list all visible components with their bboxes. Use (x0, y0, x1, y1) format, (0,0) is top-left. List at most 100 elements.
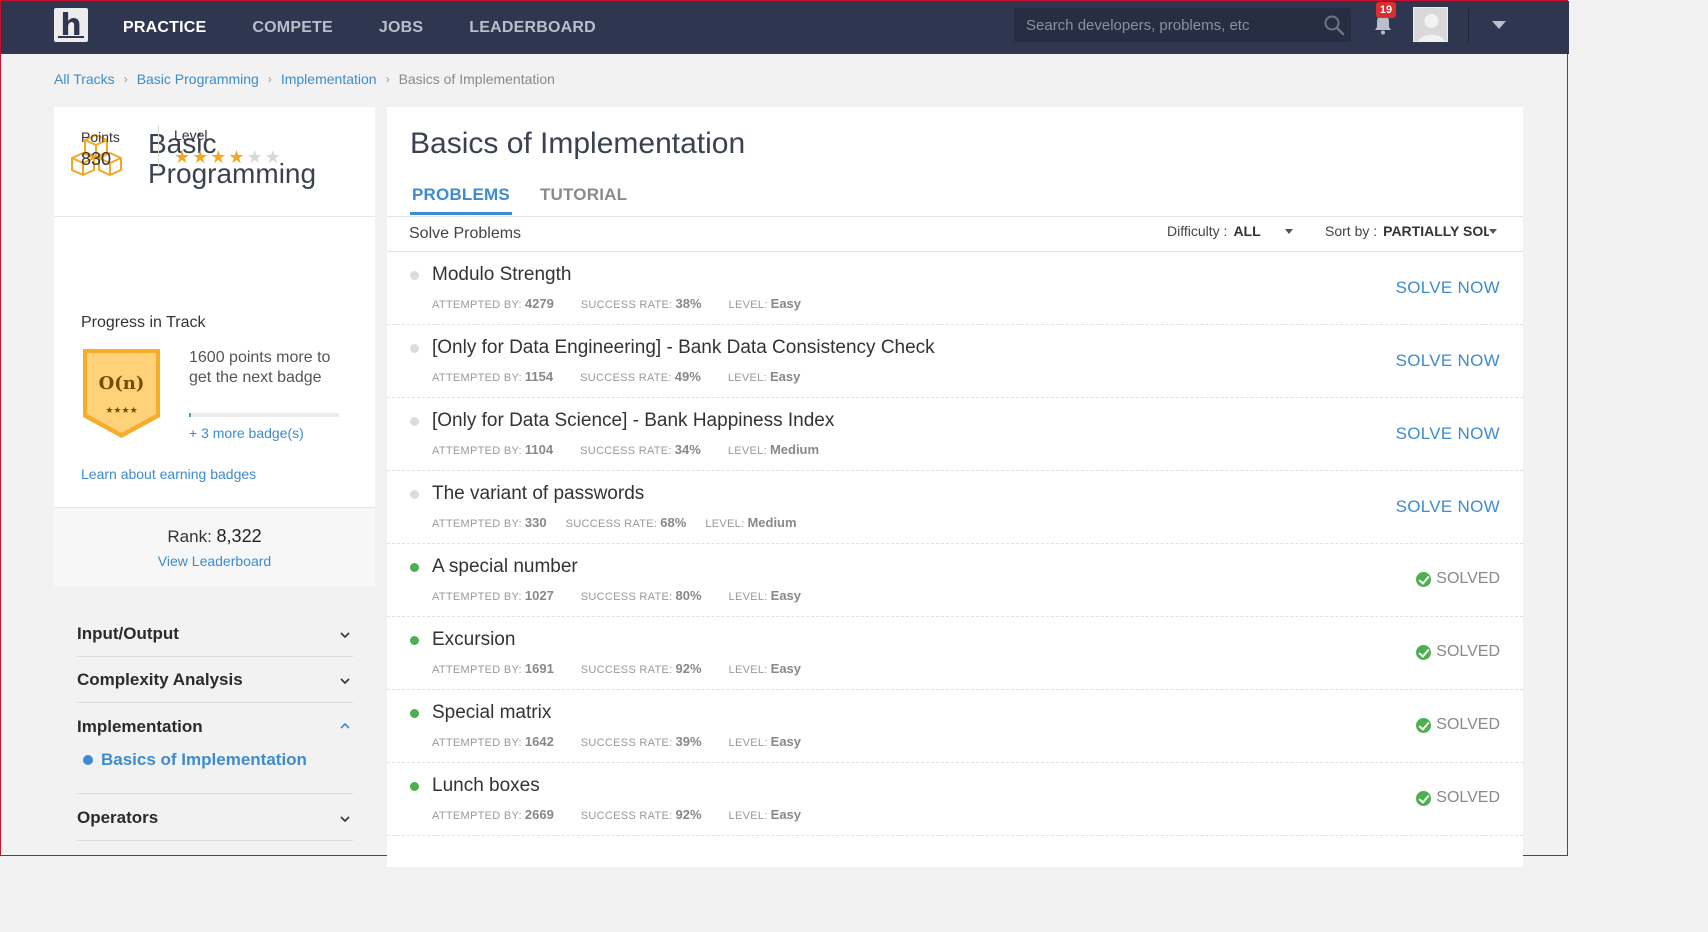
solved-status: SOLVED (1416, 716, 1500, 734)
rank-line: Rank: 8,322 (54, 526, 375, 547)
problem-row[interactable]: Excursion ATTEMPTED BY: 1691 SUCCESS RATE: 9… (387, 617, 1523, 690)
badge-stars: ★★★★ (105, 406, 137, 416)
problem-name[interactable]: A special number (432, 556, 578, 578)
filter-bar: Solve Problems Difficulty : ALL Sort by … (387, 216, 1523, 252)
success-rate: SUCCESS RATE: 92% (580, 807, 702, 822)
check-circle-icon (1416, 790, 1432, 806)
star-icon: ★ (192, 147, 209, 167)
attempted-by: ATTEMPTED BY: 1027 (432, 588, 554, 603)
difficulty-value[interactable]: ALL (1233, 223, 1285, 239)
caret-down-icon[interactable] (1489, 228, 1498, 234)
search-box (1014, 8, 1351, 42)
difficulty-label: Difficulty : (1167, 223, 1228, 239)
learn-badges-link[interactable]: Learn about earning badges (81, 466, 256, 482)
accordion-implementation[interactable]: Implementation Basics of Implementation (77, 717, 353, 794)
subtopic-label[interactable]: Basics of Implementation (101, 750, 307, 770)
accordion-operators[interactable]: Operators (77, 808, 353, 841)
attempted-by: ATTEMPTED BY: 2669 (432, 807, 554, 822)
problem-name[interactable]: [Only for Data Science] - Bank Happiness… (432, 410, 834, 432)
accordion-title[interactable]: Implementation (77, 717, 203, 736)
chevron-right-icon: › (267, 72, 272, 86)
solve-now-button[interactable]: SOLVE NOW (1396, 424, 1500, 444)
problem-name[interactable]: The variant of passwords (432, 483, 644, 505)
problem-name[interactable]: Modulo Strength (432, 264, 571, 286)
solve-now-button[interactable]: SOLVE NOW (1396, 351, 1500, 371)
badge-shield-icon: O(n) ★★★★ (83, 349, 160, 438)
problem-row[interactable]: [Only for Data Science] - Bank Happiness… (387, 398, 1523, 471)
difficulty-level: LEVEL: Medium (705, 515, 797, 530)
problem-row[interactable]: Modulo Strength ATTEMPTED BY: 4279 SUCCESS … (387, 252, 1523, 325)
main-panel: Basics of Implementation PROBLEMS TUTORI… (387, 107, 1523, 867)
breadcrumb-implementation[interactable]: Implementation (281, 71, 377, 87)
account-menu-caret-icon[interactable] (1492, 21, 1506, 29)
problem-name[interactable]: [Only for Data Engineering] - Bank Data … (432, 337, 935, 359)
points-value: 830 (81, 149, 112, 169)
status-dot (410, 636, 419, 645)
level-label: Level (174, 127, 208, 143)
solved-status: SOLVED (1416, 570, 1500, 588)
next-badge-text: 1600 points more to get the next badge (189, 349, 331, 386)
nav-practice[interactable]: PRACTICE (123, 19, 206, 37)
tab-tutorial[interactable]: TUTORIAL (538, 185, 629, 215)
problem-row[interactable]: Lunch boxes ATTEMPTED BY: 2669 SUCCESS RATE… (387, 763, 1523, 836)
more-badges-link[interactable]: + 3 more badge(s) (189, 425, 304, 441)
solved-status: SOLVED (1416, 789, 1500, 807)
solve-now-button[interactable]: SOLVE NOW (1396, 278, 1500, 298)
problem-row[interactable]: Special matrix ATTEMPTED BY: 1642 SUCCESS R… (387, 690, 1523, 763)
notification-count-badge: 19 (1376, 2, 1396, 18)
chevron-down-icon[interactable] (339, 813, 351, 825)
active-dot (83, 755, 93, 765)
difficulty-level: LEVEL: Easy (728, 807, 802, 822)
tab-problems[interactable]: PROBLEMS (410, 185, 512, 215)
status-dot (410, 344, 419, 353)
solve-now-button[interactable]: SOLVE NOW (1396, 497, 1500, 517)
view-leaderboard-link[interactable]: View Leaderboard (54, 553, 375, 569)
accordion-input-output[interactable]: Input/Output (77, 624, 353, 657)
hackerearth-logo[interactable]: h (54, 8, 88, 43)
problem-row[interactable]: The variant of passwords ATTEMPTED BY: 330… (387, 471, 1523, 544)
avatar[interactable] (1413, 7, 1448, 42)
search-icon[interactable] (1323, 14, 1345, 36)
nav-leaderboard[interactable]: LEADERBOARD (469, 19, 596, 37)
success-rate: SUCCESS RATE: 34% (580, 442, 701, 457)
nav-jobs[interactable]: JOBS (379, 19, 423, 37)
sort-dropdown[interactable]: Sort by : PARTIALLY SOLVED (1325, 223, 1498, 239)
nav-compete[interactable]: COMPETE (252, 19, 333, 37)
attempted-by: ATTEMPTED BY: 1154 (432, 369, 554, 384)
breadcrumb-all-tracks[interactable]: All Tracks (54, 71, 115, 87)
problem-meta: ATTEMPTED BY: 1642 SUCCESS RATE: 39% LEVEL: E… (432, 734, 828, 749)
problem-meta: ATTEMPTED BY: 1027 SUCCESS RATE: 80% LEVEL: E… (432, 588, 828, 603)
accordion-title[interactable]: Operators (77, 808, 158, 827)
badge-progress-bar (189, 413, 339, 417)
problem-name[interactable]: Lunch boxes (432, 775, 540, 797)
attempted-by: ATTEMPTED BY: 1104 (432, 442, 554, 457)
chevron-down-icon[interactable] (339, 675, 351, 687)
problem-row[interactable]: A special number ATTEMPTED BY: 1027 SUCCESS… (387, 544, 1523, 617)
breadcrumb: All Tracks › Basic Programming › Impleme… (54, 71, 555, 87)
problem-row[interactable]: [Only for Data Engineering] - Bank Data … (387, 325, 1523, 398)
attempted-by: ATTEMPTED BY: 1642 (432, 734, 554, 749)
accordion-title[interactable]: Complexity Analysis (77, 670, 243, 689)
accordion-complexity-analysis[interactable]: Complexity Analysis (77, 670, 353, 703)
attempted-by: ATTEMPTED BY: 4279 (432, 296, 554, 311)
rank-value: 8,322 (216, 526, 262, 546)
difficulty-level: LEVEL: Easy (728, 296, 802, 311)
chevron-up-icon[interactable] (339, 720, 351, 732)
star-icon: ★ (246, 147, 263, 167)
caret-down-icon[interactable] (1285, 228, 1294, 234)
problem-name[interactable]: Excursion (432, 629, 515, 651)
subtopic-basics-of-implementation[interactable]: Basics of Implementation (83, 750, 307, 770)
breadcrumb-basic-programming[interactable]: Basic Programming (137, 71, 259, 87)
problem-meta: ATTEMPTED BY: 4279 SUCCESS RATE: 38% LEVEL: E… (432, 296, 828, 311)
accordion-title[interactable]: Input/Output (77, 624, 179, 643)
difficulty-dropdown[interactable]: Difficulty : ALL (1167, 223, 1294, 239)
sort-value[interactable]: PARTIALLY SOLVED (1383, 223, 1489, 239)
chevron-down-icon[interactable] (339, 629, 351, 641)
problem-name[interactable]: Special matrix (432, 702, 551, 724)
success-rate: SUCCESS RATE: 80% (580, 588, 702, 603)
rank-label: Rank: (167, 527, 212, 546)
search-input[interactable] (1014, 16, 1314, 34)
problem-meta: ATTEMPTED BY: 330 SUCCESS RATE: 68% LEVEL: Me… (432, 515, 824, 530)
status-dot (410, 563, 419, 572)
star-icon: ★ (264, 147, 281, 167)
